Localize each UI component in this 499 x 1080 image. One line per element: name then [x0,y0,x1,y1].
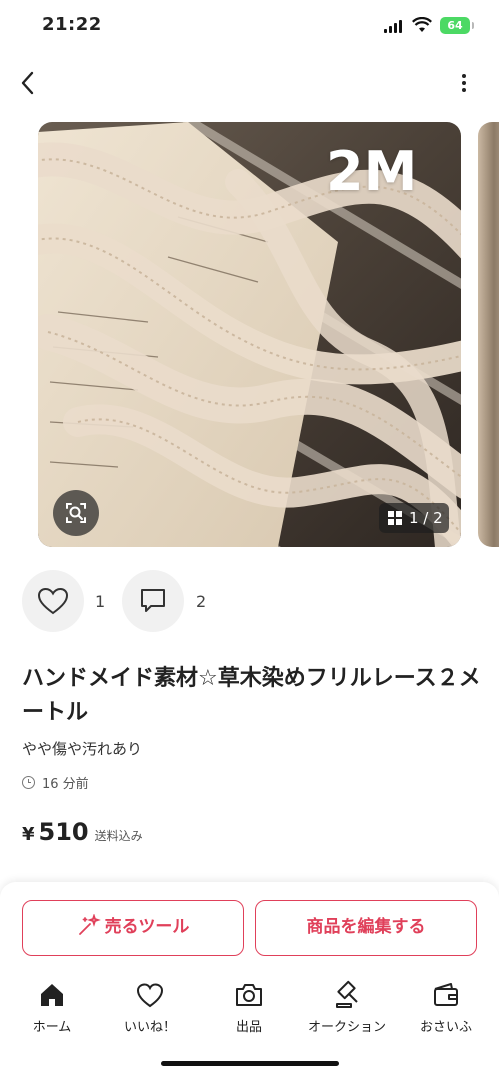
item-condition: やや傷や汚れあり [22,740,143,758]
gallery-grid-icon [388,511,402,525]
wifi-icon [412,17,432,32]
shipping-label: 送料込み [94,829,143,843]
wallet-icon [434,983,458,1006]
tab-sell[interactable]: 出品 [204,980,294,1035]
posted-time-label: 16 分前 [42,777,89,792]
heart-icon [136,983,164,1008]
like-count: 1 [95,592,106,611]
heart-icon [37,587,69,615]
tab-home-label: ホーム [32,1020,72,1035]
product-title: ハンドメイド素材☆草木染めフリルレース２メートル [22,666,481,725]
status-time: 21:22 [42,14,102,35]
camera-icon [236,984,262,1006]
tab-wallet-label: おさいふ [419,1020,472,1035]
edit-item-label: 商品を編集する [306,917,426,937]
tab-likes[interactable]: いいね！ [105,980,195,1035]
comment-count: 2 [196,592,207,611]
gavel-icon [336,980,358,1008]
back-arrow-icon[interactable] [14,68,44,98]
home-indicator [161,1061,339,1066]
tab-auction-label: オークション [307,1020,386,1035]
photo-counter-label: 1 / 2 [409,509,443,527]
sparkle-wand-icon [78,913,101,935]
battery-icon: 64 [440,17,474,34]
image-search-icon [66,503,86,523]
sell-tool-label: 売るツール [104,917,190,937]
home-icon [41,984,63,1006]
price-currency: ¥ [22,824,35,845]
like-button[interactable] [22,570,84,632]
tab-auction[interactable]: オークション [302,980,392,1035]
image-search-button[interactable] [53,490,99,536]
clock-icon [22,776,35,789]
tab-wallet[interactable]: おさいふ [401,980,491,1035]
more-options-icon[interactable] [452,70,476,96]
price-amount: 510 [38,818,89,846]
tab-sell-label: 出品 [235,1020,262,1035]
comment-button[interactable] [122,570,184,632]
tab-home[interactable]: ホーム [7,980,97,1035]
tab-likes-label: いいね！ [123,1020,176,1035]
posted-time: 16 分前 [22,773,89,792]
cellular-signal-icon [384,20,404,33]
photo-overlay-text: 2M [326,140,418,203]
edit-item-button[interactable]: 商品を編集する [255,900,477,956]
sell-tool-button[interactable]: 売るツール [22,900,244,956]
comment-icon [141,589,165,612]
next-photo-peek[interactable] [478,122,499,547]
photo-counter: 1 / 2 [379,503,449,533]
price: ¥510 送料込み [22,818,143,846]
